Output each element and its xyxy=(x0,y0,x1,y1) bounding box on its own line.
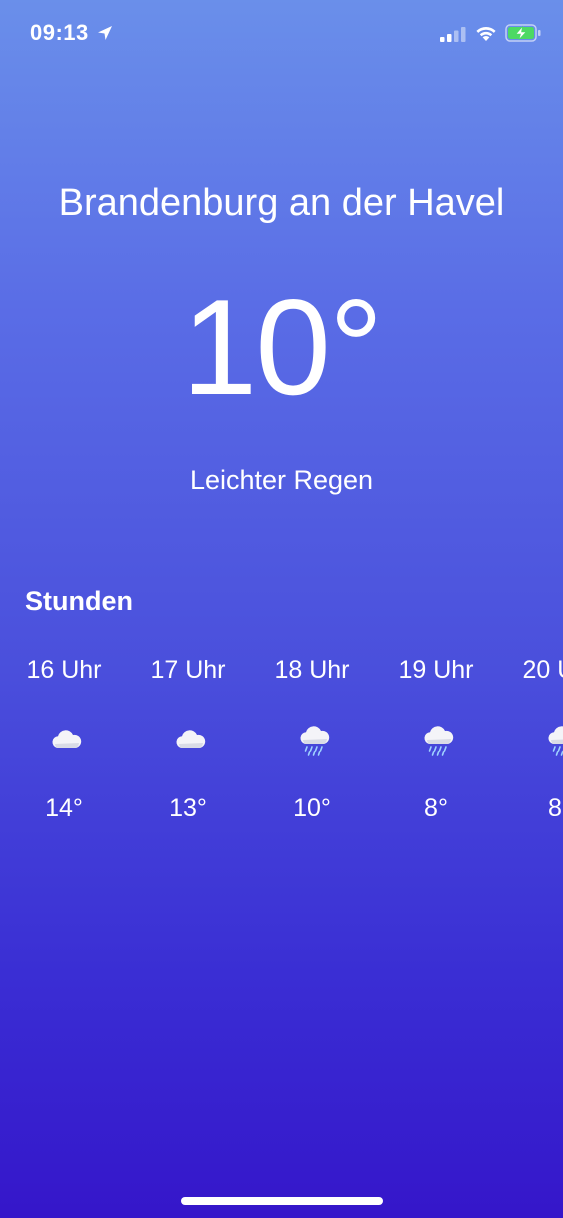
hourly-item: 19 Uhr 8° xyxy=(374,652,498,842)
hourly-item: 17 Uhr 13° xyxy=(126,652,250,842)
home-indicator[interactable] xyxy=(181,1197,383,1205)
current-temperature: 10° xyxy=(181,271,384,423)
hour-temperature: 8° xyxy=(424,794,448,822)
hour-time: 17 Uhr xyxy=(150,656,226,684)
hour-temperature: 10° xyxy=(293,794,331,822)
hourly-item: 20 Uhr 8° xyxy=(498,652,563,842)
hour-time: 19 Uhr xyxy=(398,656,474,684)
cloud-icon xyxy=(52,730,82,748)
status-time: 09:13 xyxy=(30,20,89,45)
hourly-item: 16 Uhr 14° xyxy=(2,652,126,842)
hour-time: 20 Uhr xyxy=(522,656,563,684)
hourly-forecast-list[interactable]: 16 Uhr 14° 17 Uhr 13° 18 Uhr 10° 19 Uhr … xyxy=(0,652,563,852)
location-arrow-icon xyxy=(98,26,112,40)
hour-temperature: 14° xyxy=(45,794,83,822)
hour-temperature: 8° xyxy=(548,794,563,822)
battery-charging-icon xyxy=(505,24,541,42)
wifi-icon xyxy=(476,27,496,41)
cloud-rain-icon xyxy=(424,726,454,756)
hourly-item: 18 Uhr 10° xyxy=(250,652,374,842)
cloud-rain-icon xyxy=(548,726,563,756)
hour-time: 18 Uhr xyxy=(274,656,350,684)
cellular-signal-icon xyxy=(440,27,466,42)
hour-temperature: 13° xyxy=(169,794,207,822)
city-name: Brandenburg an der Havel xyxy=(58,182,505,224)
status-bar: 09:13 xyxy=(0,0,563,70)
hour-time: 16 Uhr xyxy=(26,656,102,684)
cloud-icon xyxy=(176,730,206,748)
cloud-rain-icon xyxy=(300,726,330,756)
weather-condition: Leichter Regen xyxy=(189,465,374,495)
hourly-section-title: Stunden xyxy=(25,586,133,616)
